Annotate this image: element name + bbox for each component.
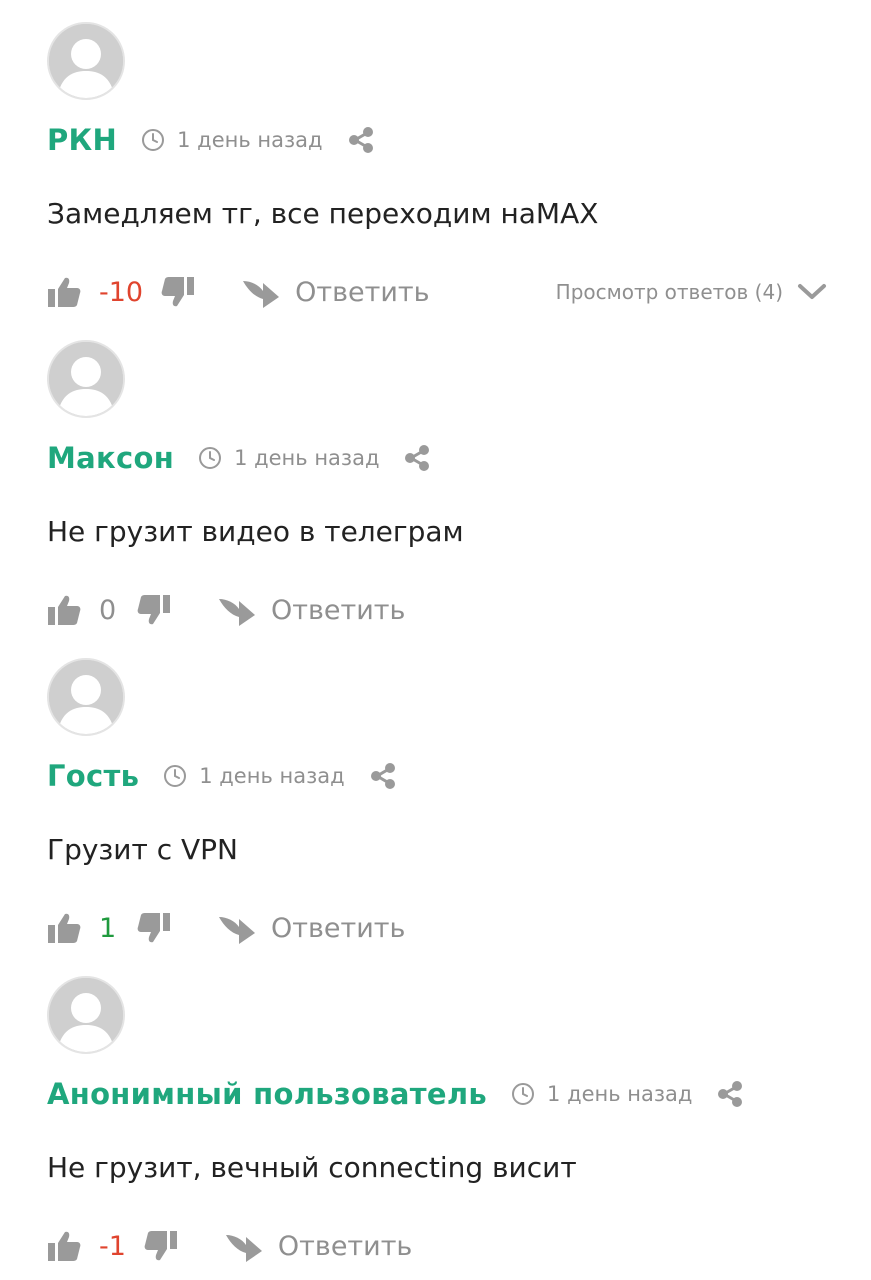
reply-arrow-icon xyxy=(225,1235,262,1262)
comment-text: Не грузит, вечный connecting висит xyxy=(47,1151,577,1184)
thumbs-down-icon[interactable] xyxy=(161,275,195,309)
share-icon[interactable] xyxy=(347,126,375,154)
share-icon[interactable] xyxy=(369,762,397,790)
reply-label: Ответить xyxy=(295,276,430,308)
avatar-placeholder-icon xyxy=(49,24,123,98)
reply-label: Ответить xyxy=(271,594,406,626)
thumbs-up-icon[interactable] xyxy=(47,275,81,309)
reply-button[interactable]: Ответить xyxy=(241,275,430,309)
comment-time: 1 день назад xyxy=(199,764,345,788)
comment-meta: РКН 1 день назад xyxy=(47,120,375,160)
comment-time: 1 день назад xyxy=(234,446,380,470)
author-name[interactable]: Анонимный пользователь xyxy=(47,1077,487,1111)
clock-icon xyxy=(512,1083,535,1105)
comment-actions: 1 Ответить xyxy=(47,906,847,950)
clock-icon xyxy=(164,765,187,787)
comment-item: Максон 1 день назад Не грузит видео в те… xyxy=(47,340,847,640)
vote-score: -10 xyxy=(99,276,144,308)
reply-label: Ответить xyxy=(271,912,406,944)
reply-label: Ответить xyxy=(277,1230,413,1262)
comment-actions: -10 Ответить Просмотр ответов (4) xyxy=(47,270,847,314)
comment-time: 1 день назад xyxy=(177,128,323,152)
comment-meta: Максон 1 день назад xyxy=(47,438,431,478)
comment-text: Замедляем тг, все переходим наMAX xyxy=(47,197,599,230)
vote-score: -1 xyxy=(99,1230,126,1262)
author-name[interactable]: РКН xyxy=(47,123,117,157)
comment-text: Не грузит видео в телеграм xyxy=(47,515,464,548)
comment-time: 1 день назад xyxy=(547,1082,693,1106)
clock-icon xyxy=(199,447,222,469)
comment-item: Гость 1 день назад Грузит с VPN 1 Ответи… xyxy=(47,658,847,958)
reply-button[interactable]: Ответить xyxy=(217,911,405,945)
comment-item: Анонимный пользователь 1 день назад Не г… xyxy=(47,976,847,1276)
reply-arrow-icon xyxy=(219,917,255,944)
view-replies-button[interactable]: Просмотр ответов (4) xyxy=(556,270,827,314)
comment-actions: 0 Ответить xyxy=(47,588,847,632)
avatar-placeholder-icon xyxy=(49,978,123,1052)
vote-score: 1 xyxy=(99,912,117,944)
comment-meta: Гость 1 день назад xyxy=(47,756,397,796)
comment-meta: Анонимный пользователь 1 день назад xyxy=(47,1074,744,1114)
comment-item: РКН 1 день назад Замедляем тг, все перех… xyxy=(47,22,847,322)
thumbs-down-icon[interactable] xyxy=(137,911,171,945)
comment-actions: -1 Ответить xyxy=(47,1224,847,1268)
reply-button[interactable]: Ответить xyxy=(217,593,405,627)
share-icon[interactable] xyxy=(716,1080,744,1108)
thumbs-up-icon[interactable] xyxy=(47,911,81,945)
thumbs-up-icon[interactable] xyxy=(47,1229,81,1263)
avatar-placeholder-icon xyxy=(49,342,123,416)
avatar-placeholder-icon xyxy=(49,660,123,734)
author-name[interactable]: Максон xyxy=(47,441,174,475)
avatar xyxy=(47,340,125,418)
vote-score: 0 xyxy=(99,594,117,626)
author-name[interactable]: Гость xyxy=(47,759,139,793)
avatar xyxy=(47,658,125,736)
thumbs-down-icon[interactable] xyxy=(137,593,171,627)
reply-arrow-icon xyxy=(243,281,280,308)
share-icon[interactable] xyxy=(403,444,431,472)
thumbs-up-icon[interactable] xyxy=(47,593,81,627)
chevron-down-icon xyxy=(798,284,826,299)
comment-text: Грузит с VPN xyxy=(47,833,238,866)
view-replies-label: Просмотр ответов (4) xyxy=(555,280,783,304)
clock-icon xyxy=(142,129,165,151)
reply-button[interactable]: Ответить xyxy=(224,1229,412,1263)
reply-arrow-icon xyxy=(219,599,255,626)
thumbs-down-icon[interactable] xyxy=(144,1229,178,1263)
avatar xyxy=(47,22,125,100)
avatar xyxy=(47,976,125,1054)
